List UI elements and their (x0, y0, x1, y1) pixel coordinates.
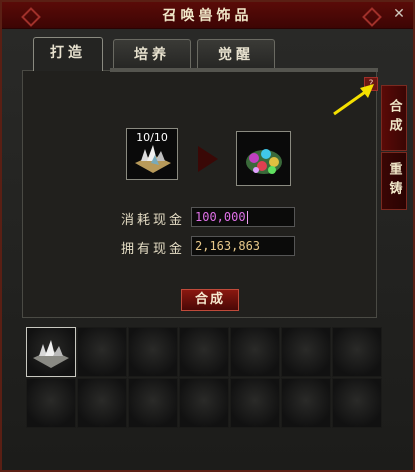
cost-field: 100,000 (191, 207, 295, 227)
inventory-slot[interactable] (128, 327, 178, 377)
inventory-slot[interactable] (230, 327, 280, 377)
tab-awaken[interactable]: 觉醒 (197, 39, 275, 69)
text-caret (246, 211, 248, 224)
crystal-icon (135, 145, 171, 173)
inventory-slot[interactable] (179, 378, 229, 428)
inventory-slot[interactable] (128, 378, 178, 428)
owned-label: 拥有现金 (121, 242, 186, 257)
cost-value: 100,000 (195, 210, 246, 224)
tab-train[interactable]: 培养 (113, 39, 191, 69)
inventory-grid (22, 322, 382, 428)
cost-label: 消耗现金 (121, 213, 186, 228)
title-bar: 召唤兽饰品 ✕ (2, 2, 413, 29)
compose-button[interactable]: 合成 (181, 289, 239, 311)
close-button[interactable]: ✕ (391, 6, 407, 22)
pointer-arrow-icon (333, 84, 374, 116)
side-tab-compose[interactable]: 合成 (381, 85, 407, 151)
result-item-slot[interactable] (236, 131, 291, 186)
owned-field: 2,163,863 (191, 236, 295, 256)
source-material-slot[interactable]: 10/10 (126, 128, 178, 180)
inventory-slot[interactable] (281, 327, 331, 377)
inventory-slot[interactable] (26, 327, 76, 377)
crystal-icon (33, 340, 69, 368)
arrow-right-icon (198, 146, 218, 172)
gem-cluster-icon (246, 149, 282, 174)
inventory-slot[interactable] (77, 378, 127, 428)
inventory-slot[interactable] (26, 378, 76, 428)
craft-panel (22, 70, 377, 318)
tab-craft[interactable]: 打造 (33, 37, 103, 71)
inventory-slot[interactable] (230, 378, 280, 428)
side-tab-recast[interactable]: 重铸 (381, 152, 407, 210)
inventory-slot[interactable] (77, 327, 127, 377)
panel-top-scrollbar (110, 68, 378, 72)
inventory-slot[interactable] (332, 327, 382, 377)
window-title: 召唤兽饰品 (162, 8, 253, 24)
inventory-slot[interactable] (332, 378, 382, 428)
inventory-slot[interactable] (179, 327, 229, 377)
inventory-slot[interactable] (281, 378, 331, 428)
